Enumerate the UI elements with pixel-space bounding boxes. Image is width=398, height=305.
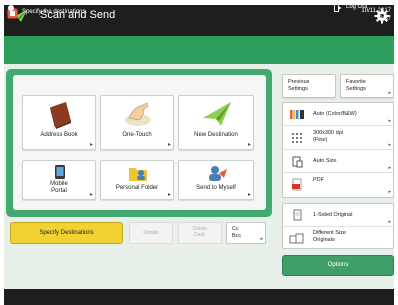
previous-settings-button[interactable]: Previous Settings <box>282 74 336 98</box>
options-label: Options <box>327 262 349 268</box>
more-arrow-icon: ▸ <box>89 142 93 148</box>
one-touch-button[interactable]: One-Touch ▸ <box>100 95 174 150</box>
scan-size-setting[interactable]: Auto Size ▸ <box>283 150 393 173</box>
different-size-originals-label: Different Size Originals <box>313 230 346 243</box>
original-settings-panel: 1-Sided Original ▸ Different Size Origin… <box>282 203 394 249</box>
more-arrow-icon: ▸ <box>247 142 251 148</box>
one-touch-icon <box>125 102 151 126</box>
tile-label: Personal Folder <box>115 185 159 191</box>
more-arrow-icon: ▸ <box>388 165 391 171</box>
tile-label: Send to Myself <box>196 185 236 191</box>
bottom-bar <box>4 289 394 305</box>
more-arrow-icon: ▸ <box>260 236 263 242</box>
address-book-icon <box>50 102 71 129</box>
scan-size-icon <box>292 156 303 168</box>
personal-folder-button[interactable]: Personal Folder ▸ <box>100 160 174 200</box>
file-format-setting[interactable]: PDF ▸ <box>283 173 393 196</box>
different-size-originals-setting[interactable]: Different Size Originals <box>283 227 393 250</box>
status-dot-icon <box>8 5 14 11</box>
more-arrow-icon: ▸ <box>89 192 93 198</box>
more-arrow-icon: ▸ <box>388 219 391 225</box>
details-label: Details <box>143 230 159 236</box>
message-bar <box>4 36 394 64</box>
cc-bcc-label: Cc Bcc <box>232 226 242 239</box>
specify-destinations-button[interactable]: Specify Destinations <box>10 222 123 244</box>
favorite-settings-label: Favorite Settings <box>346 79 366 92</box>
more-arrow-icon: ▸ <box>167 142 171 148</box>
original-sides-icon <box>293 209 302 221</box>
mobile-portal-icon <box>55 165 65 179</box>
tile-label: New Destination <box>194 132 238 138</box>
tile-label: Address Book <box>40 132 78 138</box>
more-arrow-icon: ▸ <box>388 142 391 148</box>
more-arrow-icon: ▸ <box>388 189 391 195</box>
new-destination-icon <box>203 102 231 126</box>
logout-icon[interactable] <box>334 4 342 12</box>
file-format-label: PDF <box>313 177 324 183</box>
color-mode-setting[interactable]: Auto (Color/B&W) ▸ <box>283 103 393 126</box>
resolution-setting[interactable]: 300x300 dpi (Fine) ▸ <box>283 126 393 150</box>
delete-destination-label: Delete Dest. <box>192 226 208 238</box>
options-button[interactable]: Options <box>282 255 394 276</box>
more-arrow-icon: ▸ <box>388 118 391 124</box>
original-sides-label: 1-Sided Original <box>313 212 353 218</box>
more-arrow-icon: ▸ <box>247 192 251 198</box>
scan-size-label: Auto Size <box>313 158 337 164</box>
details-button[interactable]: Details <box>129 222 173 244</box>
more-arrow-icon: ▸ <box>388 89 391 96</box>
different-size-originals-icon <box>289 233 304 244</box>
original-sides-setting[interactable]: 1-Sided Original ▸ <box>283 204 393 227</box>
file-format-icon <box>292 178 302 191</box>
previous-settings-label: Previous Settings <box>288 79 310 92</box>
personal-folder-icon <box>129 168 147 181</box>
scan-settings-panel: Auto (Color/B&W) ▸ 300x300 dpi (Fine) ▸ … <box>282 102 394 198</box>
send-to-myself-button[interactable]: Send to Myself ▸ <box>178 160 254 200</box>
tile-label: Mobile Portal <box>50 181 68 195</box>
resolution-icon <box>292 133 302 143</box>
cc-bcc-button[interactable]: Cc Bcc ▸ <box>226 222 266 244</box>
time-text: 18:57 <box>375 15 391 22</box>
logout-button[interactable]: Log Out <box>346 4 367 10</box>
color-mode-label: Auto (Color/B&W) <box>313 111 357 117</box>
delete-destination-button[interactable]: Delete Dest. <box>178 222 222 244</box>
new-destination-button[interactable]: New Destination ▸ <box>178 95 254 150</box>
favorite-settings-button[interactable]: Favorite Settings ▸ <box>340 74 394 98</box>
more-arrow-icon: ▸ <box>167 192 171 198</box>
specify-destinations-label: Specify Destinations <box>39 230 94 236</box>
tile-label: One-Touch <box>122 132 152 138</box>
color-mode-icon <box>290 110 304 119</box>
address-book-button[interactable]: Address Book ▸ <box>22 95 96 150</box>
send-to-myself-icon <box>209 166 227 181</box>
mobile-portal-button[interactable]: Mobile Portal ▸ <box>22 160 96 200</box>
resolution-label: 300x300 dpi (Fine) <box>313 130 343 143</box>
date-time: 10/11 2017 18:57 <box>345 8 391 23</box>
instruction-message: Specify the destinations. <box>22 9 88 15</box>
